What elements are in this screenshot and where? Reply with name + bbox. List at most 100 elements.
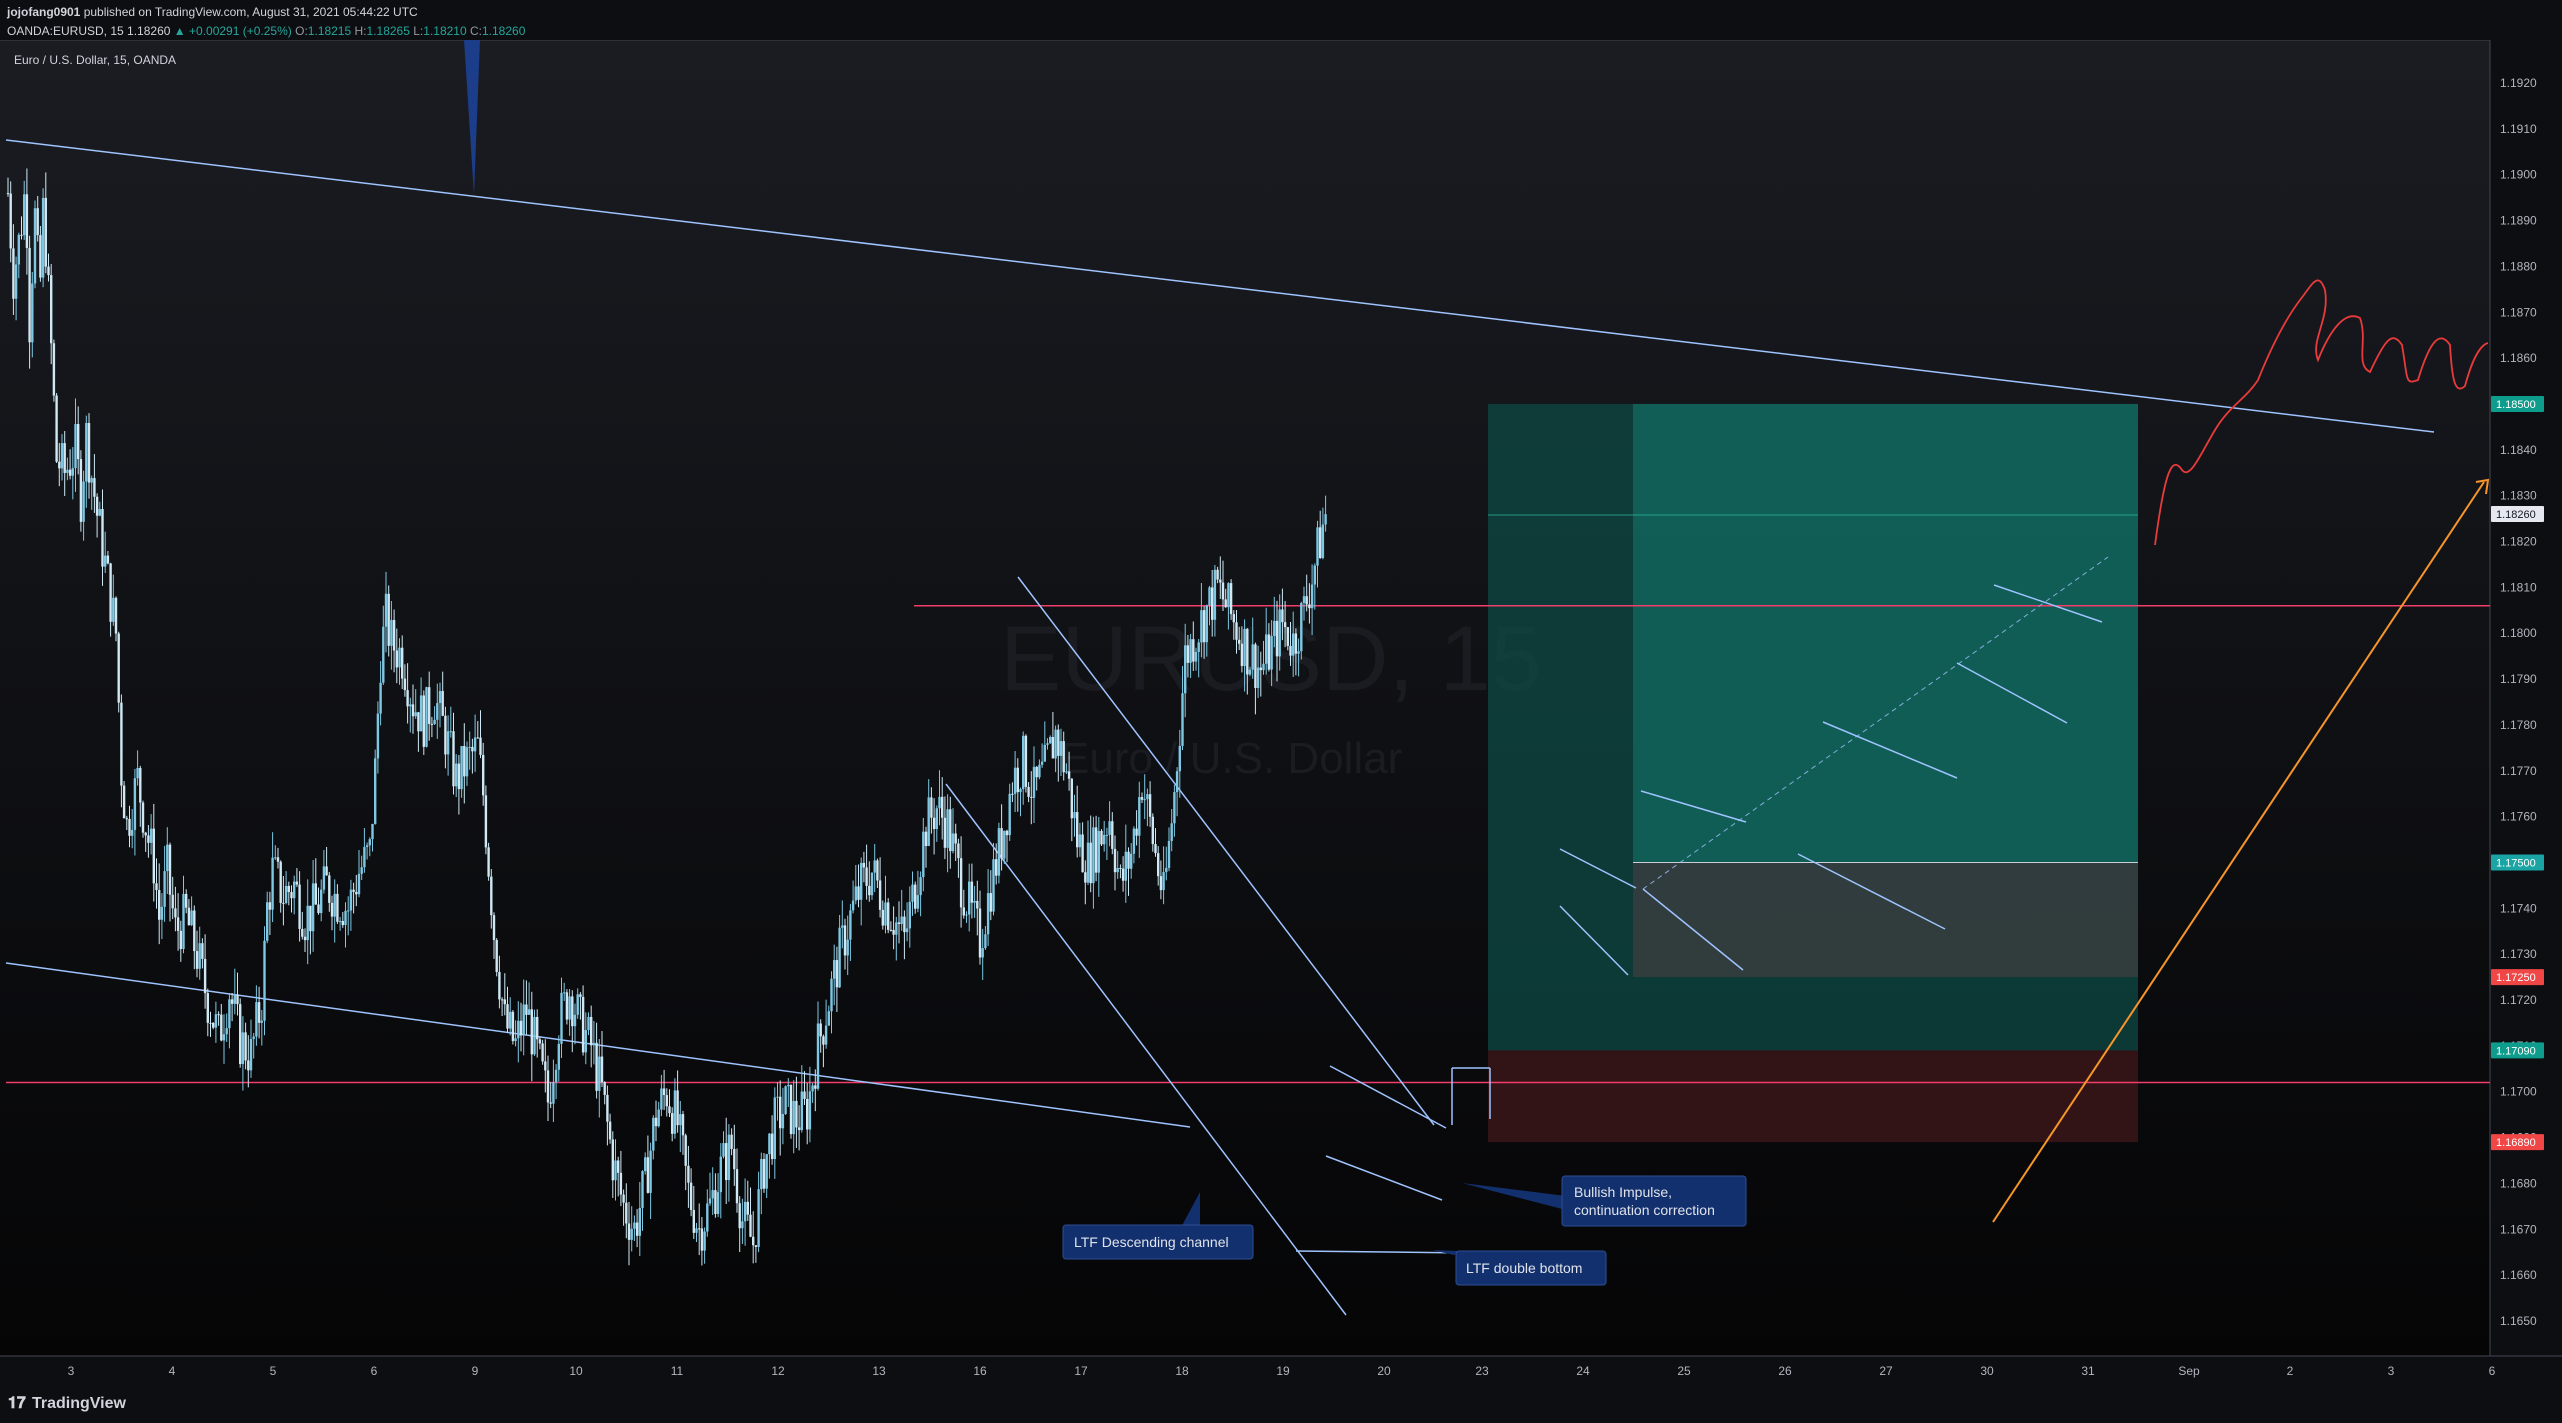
profit-zone-inner[interactable] (1633, 403, 2138, 863)
candle-body (255, 1002, 258, 1037)
tradingview-logo[interactable]: 𝟏𝟕 TradingView (8, 1395, 127, 1412)
candle-body (55, 395, 58, 462)
candle-body (492, 915, 496, 941)
candle-body (1308, 604, 1311, 609)
candle-body (1057, 729, 1060, 756)
time-tick-label: 26 (1778, 1364, 1792, 1378)
candle-body (1100, 830, 1103, 845)
candle-body (630, 1228, 633, 1240)
high-label: H: (354, 24, 367, 38)
candle-body (706, 1203, 709, 1232)
candle-body (681, 1114, 685, 1136)
candle-body (638, 1207, 641, 1236)
candle-body (1019, 789, 1022, 793)
candle-body (28, 247, 31, 343)
candle-body (730, 1134, 733, 1149)
candle-body (1151, 816, 1154, 845)
candle-body (673, 1090, 677, 1134)
price-tick-label: 1.1860 (2500, 351, 2537, 365)
candle-body (185, 893, 188, 908)
author-name[interactable]: jojofang0901 (7, 5, 80, 19)
candle-body (1022, 735, 1025, 790)
time-tick-label: 6 (2489, 1364, 2496, 1378)
candle-body (997, 828, 1001, 876)
candle-body (922, 831, 925, 878)
time-tick-label: 27 (1879, 1364, 1893, 1378)
candle-body (155, 883, 158, 891)
candle-body (614, 1160, 617, 1181)
candle-body (835, 960, 839, 988)
candle-body (336, 893, 339, 922)
candle-body (660, 1088, 663, 1110)
candle-body (708, 1198, 712, 1204)
open-value: 1.18215 (307, 24, 352, 38)
candle-body (122, 785, 126, 819)
low-value: 1.18210 (423, 24, 467, 38)
price-badge-label: 1.18500 (2496, 399, 2536, 411)
candle-body (962, 907, 965, 916)
candle-body (1108, 821, 1111, 835)
position-zones[interactable] (1488, 403, 2138, 1143)
candle-body (787, 1084, 790, 1087)
candle-body (727, 1134, 731, 1181)
candle-body (1227, 583, 1230, 608)
candle-body (808, 1091, 812, 1130)
price-chart[interactable]: EURUSD, 15 Euro / U.S. Dollar Euro / U.S… (0, 40, 2562, 1423)
candle-body (719, 1156, 722, 1193)
candle-body (322, 866, 326, 890)
candle-body (814, 1085, 817, 1089)
candle-body (881, 909, 884, 926)
candle-body (841, 925, 844, 928)
candle-body (878, 880, 882, 910)
candle-body (311, 883, 315, 932)
loss-zone-outer[interactable] (1488, 1050, 2138, 1143)
candle-body (992, 859, 995, 912)
chart-area[interactable]: EURUSD, 15 Euro / U.S. Dollar Euro / U.S… (0, 40, 2562, 1423)
candle-body (608, 1121, 612, 1140)
candle-body (406, 690, 409, 707)
candle-body (827, 1011, 830, 1026)
candle-body (1324, 514, 1327, 525)
candle-body (274, 857, 277, 859)
candle-body (968, 881, 971, 915)
candle-body (217, 1014, 220, 1016)
candle-body (1202, 610, 1206, 643)
candle-body (1040, 761, 1044, 765)
candle-body (433, 719, 436, 725)
candle-body (1013, 767, 1017, 794)
candle-body (236, 994, 239, 1005)
candle-body (271, 857, 274, 910)
candle-body (365, 845, 369, 848)
candle-body (959, 858, 963, 908)
candle-body (819, 1023, 822, 1037)
candle-body (919, 877, 922, 896)
last-price: 1.18260 (127, 24, 171, 38)
candle-body (390, 620, 393, 646)
candle-body (1316, 527, 1319, 566)
tv-logo-icon: 𝟏𝟕 (8, 1395, 26, 1412)
candle-body (98, 508, 101, 516)
candle-body (104, 555, 107, 567)
price-change: +0.00291 (+0.25%) (189, 24, 292, 38)
candle-body (14, 264, 18, 299)
candle-body (193, 910, 196, 952)
time-tick-label: 2 (2287, 1364, 2294, 1378)
candle-body (446, 731, 450, 755)
candle-body (1132, 828, 1136, 854)
candle-body (711, 1190, 714, 1199)
price-tick-label: 1.1700 (2500, 1085, 2537, 1099)
candle-body (951, 833, 955, 852)
time-tick-label: 23 (1475, 1364, 1489, 1378)
candle-body (1084, 872, 1087, 883)
price-tick-label: 1.1730 (2500, 947, 2537, 961)
candle-body (571, 996, 574, 1027)
candle-body (139, 767, 142, 803)
price-tick-label: 1.1760 (2500, 810, 2537, 824)
candle-body (806, 1098, 809, 1130)
candle-body (625, 1202, 628, 1224)
loss-zone-inner[interactable] (1633, 862, 2138, 978)
candle-body (752, 1236, 755, 1246)
candle-body (279, 861, 282, 903)
candle-body (1154, 844, 1157, 854)
candle-body (932, 817, 936, 829)
